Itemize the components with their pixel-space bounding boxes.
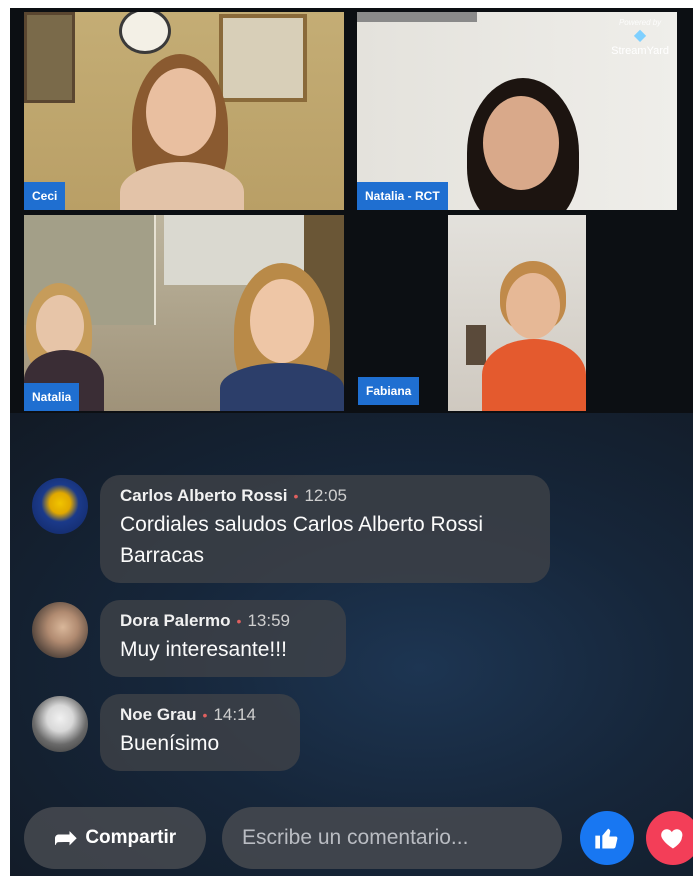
video-tile-fabiana [448,215,586,411]
separator-dot: • [202,707,208,723]
share-button[interactable]: ➦ Compartir [24,807,206,869]
thumbs-up-icon[interactable] [580,811,634,865]
avatar[interactable] [32,602,88,658]
comment-bubble: Dora Palermo • 13:59 Muy interesante!!! [100,600,346,677]
avatar[interactable] [32,696,88,752]
comment-bubble: Carlos Alberto Rossi • 12:05 Cordiales sal… [100,475,550,583]
participant-label-natalia: Natalia [24,383,80,411]
comment-time[interactable]: 12:05 [304,486,347,505]
comment-bubble: Noe Grau • 14:14 Buenísimo [100,694,300,771]
separator-dot: • [293,488,299,504]
comment-author[interactable]: Carlos Alberto Rossi [120,486,288,505]
share-label: Compartir [85,827,177,848]
comment-meta: Dora Palermo • 13:59 [120,610,326,632]
video-grid: Ceci Natalia - RCT Powered by ◆ StreamYa… [10,8,693,413]
participant-label-fabiana: Fabiana [358,377,420,405]
comment-text: Cordiales saludos Carlos Alberto Rossi B… [120,513,483,567]
comment-input[interactable] [222,807,562,869]
participant-label-ceci: Ceci [24,182,66,210]
comment-text: Muy interesante!!! [120,638,287,661]
comment-time[interactable]: 13:59 [247,611,290,630]
comment-meta: Carlos Alberto Rossi • 12:05 [120,485,530,507]
separator-dot: • [236,613,242,629]
avatar[interactable] [32,478,88,534]
comment-text: Buenísimo [120,732,220,755]
participant-label-natalia-rct: Natalia - RCT [357,182,448,210]
participant-label-fabiana-wrap: Fabiana [358,377,438,407]
comment-author[interactable]: Noe Grau [120,705,197,724]
streamyard-brand-text: StreamYard [611,45,669,57]
live-video-frame: Ceci Natalia - RCT Powered by ◆ StreamYa… [10,8,693,876]
heart-icon[interactable] [646,811,693,865]
video-tile-ceci: Ceci [24,12,344,210]
comment-meta: Noe Grau • 14:14 [120,704,280,726]
share-arrow-icon: ➦ [53,822,78,853]
streamyard-logo-icon: ◆ [633,27,647,44]
comment-time[interactable]: 14:14 [213,705,256,724]
video-tile-natalia: Natalia [24,215,344,411]
powered-by-text: Powered by [618,18,662,27]
video-tile-natalia-rct: Natalia - RCT Powered by ◆ StreamYard [357,12,677,210]
streamyard-watermark: Powered by ◆ StreamYard [611,18,669,57]
comment-author[interactable]: Dora Palermo [120,611,231,630]
